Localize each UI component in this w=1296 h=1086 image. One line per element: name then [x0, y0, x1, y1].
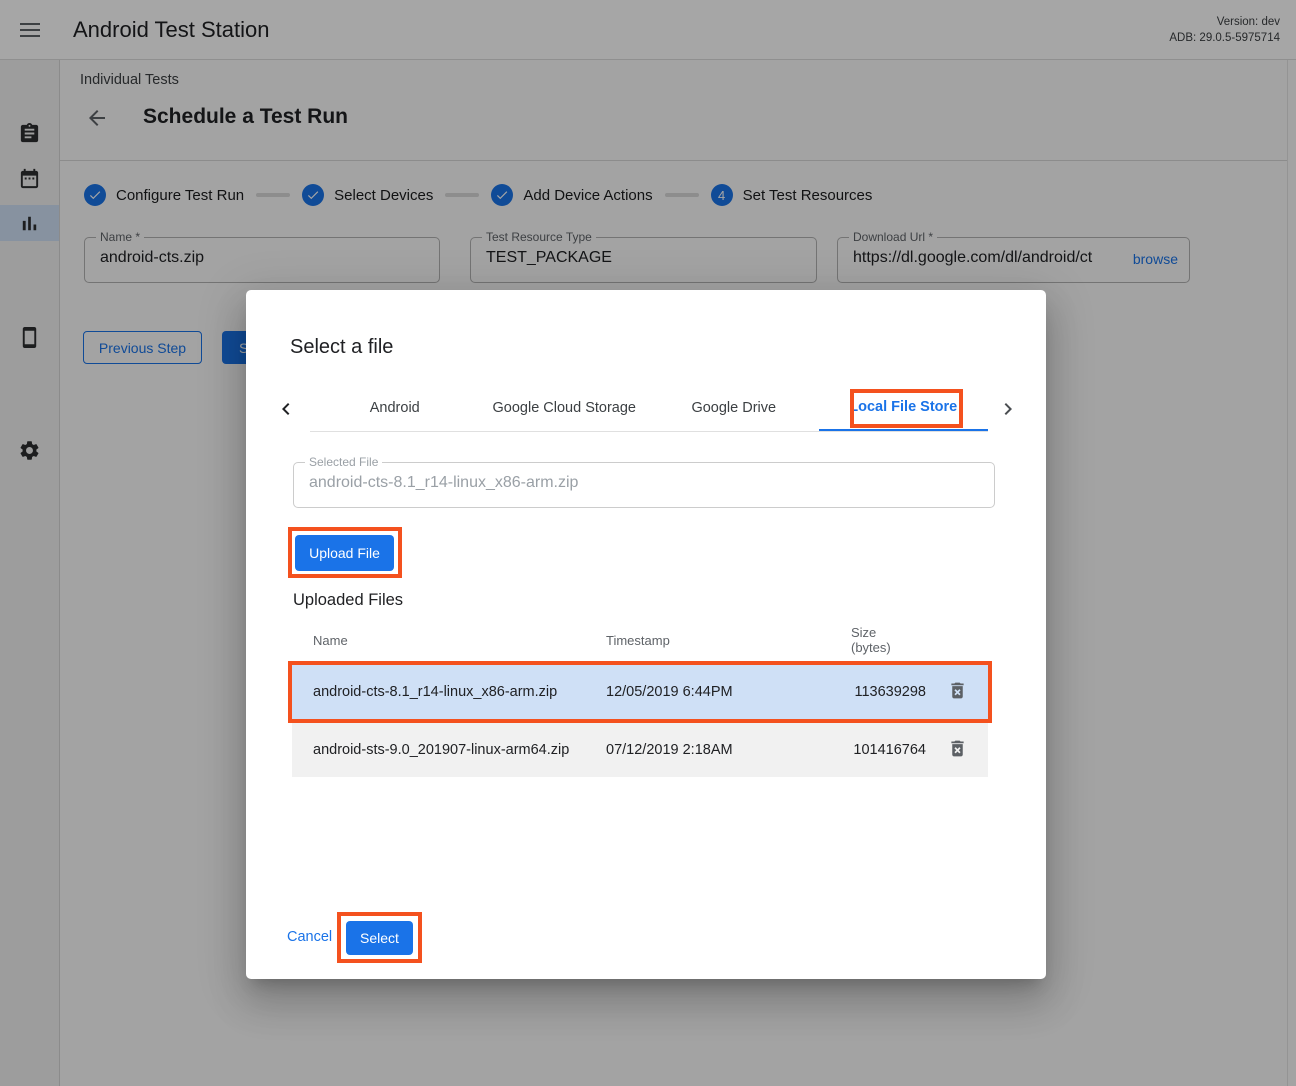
tab-google-drive[interactable]: Google Drive — [649, 384, 819, 431]
cancel-button[interactable]: Cancel — [287, 929, 332, 945]
select-button[interactable]: Select — [346, 921, 413, 955]
tab-google-cloud-storage[interactable]: Google Cloud Storage — [480, 384, 650, 431]
tab-bar: Android Google Cloud Storage Google Driv… — [246, 384, 1046, 433]
selected-file-label: Selected File — [305, 455, 382, 469]
dialog-title: Select a file — [290, 336, 393, 359]
file-row[interactable]: android-sts-9.0_201907-linux-arm64.zip 0… — [292, 723, 988, 777]
select-file-dialog: Select a file Android Google Cloud Stora… — [246, 290, 1046, 979]
tabs-scroll-left-button[interactable] — [274, 397, 298, 421]
delete-file-button[interactable] — [945, 678, 970, 706]
tab-android[interactable]: Android — [310, 384, 480, 431]
upload-file-button[interactable]: Upload File — [295, 535, 394, 571]
file-size: 101416764 — [851, 742, 926, 758]
file-row-selected[interactable]: android-cts-8.1_r14-linux_x86-arm.zip 12… — [292, 665, 988, 719]
selected-file-value: android-cts-8.1_r14-linux_x86-arm.zip — [309, 474, 982, 492]
file-name: android-sts-9.0_201907-linux-arm64.zip — [313, 742, 606, 758]
uploaded-files-heading: Uploaded Files — [293, 591, 403, 610]
selected-file-field: Selected File android-cts-8.1_r14-linux_… — [293, 462, 995, 508]
file-timestamp: 12/05/2019 6:44PM — [606, 684, 851, 700]
column-header-size: Size (bytes) — [851, 625, 926, 655]
tabs: Android Google Cloud Storage Google Driv… — [310, 384, 988, 432]
screen: Android Test Station Version: dev ADB: 2… — [0, 0, 1296, 1086]
file-timestamp: 07/12/2019 2:18AM — [606, 742, 851, 758]
delete-file-button[interactable] — [945, 736, 970, 764]
files-table-header: Name Timestamp Size (bytes) — [292, 618, 988, 662]
tab-local-file-store[interactable]: Local File Store — [819, 384, 989, 431]
file-size: 113639298 — [851, 684, 926, 700]
chevron-right-icon — [996, 397, 1020, 421]
column-header-name: Name — [313, 633, 606, 648]
column-header-timestamp: Timestamp — [606, 633, 851, 648]
delete-forever-icon — [947, 680, 968, 701]
delete-forever-icon — [947, 738, 968, 759]
file-name: android-cts-8.1_r14-linux_x86-arm.zip — [313, 684, 606, 700]
tabs-scroll-right-button[interactable] — [996, 397, 1020, 421]
chevron-left-icon — [274, 397, 298, 421]
